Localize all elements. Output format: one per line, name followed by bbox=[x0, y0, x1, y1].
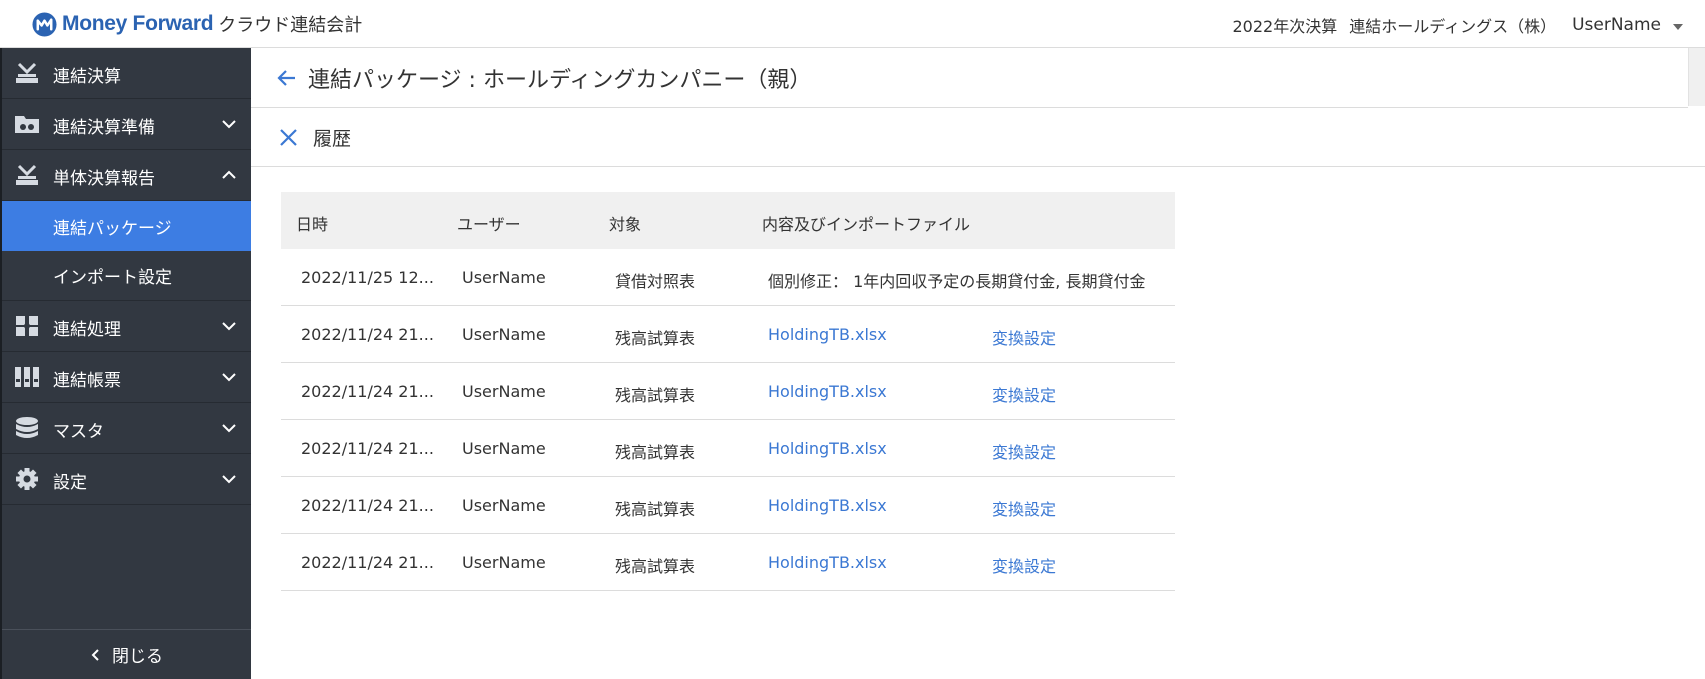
table-header: 日時 ユーザー 対象 内容及びインポートファイル bbox=[281, 192, 1175, 249]
dropdown-caret-icon[interactable] bbox=[1673, 24, 1683, 30]
sidebar-item-master[interactable]: マスタ bbox=[2, 403, 251, 454]
conversion-settings-link[interactable]: 変換設定 bbox=[992, 439, 1056, 463]
conversion-settings-link[interactable]: 変換設定 bbox=[992, 325, 1056, 349]
column-header-target: 対象 bbox=[609, 215, 642, 234]
sidebar-item-ledger[interactable]: 連結帳票 bbox=[2, 352, 251, 403]
sidebar-item-label: 連結決算 bbox=[53, 67, 121, 87]
conversion-settings-link[interactable]: 変換設定 bbox=[992, 382, 1056, 406]
table-row: 2022/11/24 21... UserName 残高試算表 HoldingT… bbox=[281, 534, 1175, 591]
cell-target: 残高試算表 bbox=[615, 386, 696, 405]
ledger-icon bbox=[15, 367, 39, 387]
column-header-user: ユーザー bbox=[457, 215, 521, 234]
back-arrow-icon[interactable] bbox=[276, 67, 298, 89]
table-row: 2022/11/25 12... UserName 貸借対照表 個別修正： 1年… bbox=[281, 249, 1175, 306]
cell-datetime: 2022/11/24 21... bbox=[301, 553, 434, 572]
header-account-area: 2022年次決算 連結ホールディングス（株） UserName bbox=[1232, 13, 1683, 37]
preparation-icon bbox=[15, 116, 39, 133]
history-title: 履歴 bbox=[313, 127, 352, 150]
sidebar-item-settings[interactable]: 設定 bbox=[2, 454, 251, 505]
sidebar-item-label: 設定 bbox=[53, 473, 87, 493]
chevron-down-icon bbox=[222, 120, 236, 129]
cell-user: UserName bbox=[462, 325, 546, 344]
cell-datetime: 2022/11/24 21... bbox=[301, 496, 434, 515]
sidebar-item-processing[interactable]: 連結処理 bbox=[2, 301, 251, 352]
conversion-settings-link[interactable]: 変換設定 bbox=[992, 553, 1056, 577]
chevron-down-icon bbox=[222, 475, 236, 484]
money-forward-logo[interactable]: Money Forward クラウド連結会計 bbox=[32, 11, 362, 37]
cell-target: 残高試算表 bbox=[615, 500, 696, 519]
consolidation-icon bbox=[16, 62, 38, 83]
sidebar-item-label: 連結帳票 bbox=[53, 371, 121, 391]
page-title: 連結パッケージ : ホールディングカンパニー（親） bbox=[308, 67, 812, 93]
sidebar: 連結決算 連結決算準備 単体決算報告 連結パッケージ インポート設定 連結処理 bbox=[0, 48, 251, 679]
sidebar-subitem-import-settings[interactable]: インポート設定 bbox=[2, 251, 251, 301]
cell-datetime: 2022/11/25 12... bbox=[301, 268, 434, 287]
sidebar-item-label: 連結決算準備 bbox=[53, 118, 155, 138]
cell-target: 残高試算表 bbox=[615, 557, 696, 576]
sidebar-close-button[interactable]: 閉じる bbox=[2, 629, 251, 679]
logo-subtitle: クラウド連結会計 bbox=[218, 15, 363, 36]
history-panel-header: 履歴 bbox=[251, 108, 1705, 167]
cell-target: 残高試算表 bbox=[615, 329, 696, 348]
sidebar-item-label: マスタ bbox=[53, 422, 104, 442]
chevron-left-icon bbox=[91, 648, 99, 661]
cell-content: 個別修正： 1年内回収予定の長期貸付金, 長期貸付金 bbox=[768, 272, 1146, 291]
gear-icon bbox=[16, 468, 38, 490]
table-row: 2022/11/24 21... UserName 残高試算表 HoldingT… bbox=[281, 306, 1175, 363]
user-menu[interactable]: UserName bbox=[1572, 15, 1661, 35]
table-row: 2022/11/24 21... UserName 残高試算表 HoldingT… bbox=[281, 477, 1175, 534]
cell-user: UserName bbox=[462, 553, 546, 572]
company-name: 連結ホールディングス（株） bbox=[1349, 17, 1557, 36]
sidebar-item-preparation[interactable]: 連結決算準備 bbox=[2, 99, 251, 150]
cell-datetime: 2022/11/24 21... bbox=[301, 325, 434, 344]
table-row: 2022/11/24 21... UserName 残高試算表 HoldingT… bbox=[281, 420, 1175, 477]
money-forward-logo-icon bbox=[32, 11, 57, 37]
processing-icon bbox=[16, 316, 38, 336]
sidebar-item-individual-report[interactable]: 単体決算報告 bbox=[2, 150, 251, 201]
sidebar-item-label: 連結処理 bbox=[53, 320, 121, 340]
main-content: 連結パッケージ : ホールディングカンパニー（親） 履歴 日時 ユーザー 対象 … bbox=[251, 48, 1705, 679]
sidebar-item-consolidation[interactable]: 連結決算 bbox=[2, 48, 251, 99]
app-header: Money Forward クラウド連結会計 2022年次決算 連結ホールディン… bbox=[0, 0, 1705, 48]
import-file-link[interactable]: HoldingTB.xlsx bbox=[768, 382, 887, 401]
chevron-down-icon bbox=[222, 322, 236, 331]
conversion-settings-link[interactable]: 変換設定 bbox=[992, 496, 1056, 520]
chevron-down-icon bbox=[222, 424, 236, 433]
cell-user: UserName bbox=[462, 496, 546, 515]
table-row: 2022/11/24 21... UserName 残高試算表 HoldingT… bbox=[281, 363, 1175, 420]
cell-datetime: 2022/11/24 21... bbox=[301, 382, 434, 401]
chevron-down-icon bbox=[222, 373, 236, 382]
cell-target: 貸借対照表 bbox=[615, 272, 696, 291]
chevron-up-icon bbox=[222, 170, 236, 179]
import-file-link[interactable]: HoldingTB.xlsx bbox=[768, 439, 887, 458]
import-file-link[interactable]: HoldingTB.xlsx bbox=[768, 553, 887, 572]
database-icon bbox=[16, 417, 38, 438]
import-file-link[interactable]: HoldingTB.xlsx bbox=[768, 496, 887, 515]
sidebar-subitem-consolidation-package[interactable]: 連結パッケージ bbox=[2, 201, 251, 251]
sidebar-close-label: 閉じる bbox=[112, 647, 163, 667]
cell-datetime: 2022/11/24 21... bbox=[301, 439, 434, 458]
cell-target: 残高試算表 bbox=[615, 443, 696, 462]
logo-text: Money Forward bbox=[62, 12, 214, 35]
page-title-bar: 連結パッケージ : ホールディングカンパニー（親） bbox=[251, 48, 1688, 108]
fiscal-period: 2022年次決算 bbox=[1232, 17, 1338, 36]
scrollbar[interactable] bbox=[1688, 48, 1705, 106]
import-file-link[interactable]: HoldingTB.xlsx bbox=[768, 325, 887, 344]
close-icon[interactable] bbox=[279, 128, 298, 147]
cell-user: UserName bbox=[462, 382, 546, 401]
cell-user: UserName bbox=[462, 439, 546, 458]
history-table: 日時 ユーザー 対象 内容及びインポートファイル 2022/11/25 12..… bbox=[281, 192, 1175, 591]
column-header-content: 内容及びインポートファイル bbox=[762, 215, 971, 234]
report-icon bbox=[16, 164, 38, 185]
column-header-datetime: 日時 bbox=[296, 215, 329, 234]
cell-user: UserName bbox=[462, 268, 546, 287]
sidebar-item-label: 単体決算報告 bbox=[53, 169, 155, 189]
